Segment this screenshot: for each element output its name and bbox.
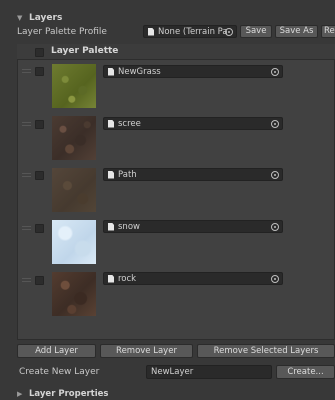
object-picker-icon[interactable] — [271, 68, 279, 76]
layer-asset-field[interactable]: Path — [103, 168, 283, 181]
save-button[interactable]: Save — [240, 25, 272, 38]
drag-handle-icon[interactable] — [22, 69, 31, 73]
layer-checkbox[interactable] — [35, 67, 44, 76]
layer-name: snow — [118, 221, 140, 232]
asset-document-icon — [108, 170, 114, 179]
layer-name: Path — [118, 169, 137, 180]
save-as-button[interactable]: Save As — [275, 25, 318, 38]
layers-section-title: Layers — [29, 12, 63, 23]
grass-texture-thumbnail — [52, 64, 96, 108]
layer-asset-field[interactable]: NewGrass — [103, 65, 283, 78]
new-layer-name-input[interactable]: NewLayer — [146, 365, 272, 379]
asset-document-icon — [108, 222, 114, 231]
layer-name: NewGrass — [118, 66, 161, 77]
palette-profile-label: Layer Palette Profile — [17, 27, 107, 37]
layer-checkbox[interactable] — [35, 171, 44, 180]
layer-checkbox[interactable] — [35, 120, 44, 129]
create-new-layer-label: Create New Layer — [19, 367, 100, 377]
layer-checkbox[interactable] — [35, 276, 44, 285]
asset-document-icon — [108, 67, 114, 76]
scree-texture-thumbnail — [52, 116, 96, 160]
drag-handle-icon[interactable] — [22, 122, 31, 126]
drag-handle-icon[interactable] — [22, 226, 31, 230]
object-picker-icon[interactable] — [271, 275, 279, 283]
object-picker-icon[interactable] — [271, 120, 279, 128]
snow-texture-thumbnail — [52, 220, 96, 264]
path-texture-thumbnail — [52, 168, 96, 212]
remove-selected-layers-button[interactable]: Remove Selected Layers — [197, 344, 335, 358]
layer-asset-field[interactable]: scree — [103, 117, 283, 130]
object-picker-icon[interactable] — [271, 223, 279, 231]
layer-properties-foldout[interactable]: ▶ Layer Properties — [17, 389, 108, 399]
layer-name: rock — [118, 273, 137, 284]
foldout-expanded-icon[interactable]: ▼ — [17, 14, 24, 22]
rock-texture-thumbnail — [52, 272, 96, 316]
create-button[interactable]: Create... — [276, 365, 335, 379]
layer-asset-field[interactable]: rock — [103, 272, 283, 285]
layer-palette-title: Layer Palette — [51, 46, 119, 56]
layer-asset-field[interactable]: snow — [103, 220, 283, 233]
layer-name: scree — [118, 118, 141, 129]
layers-foldout[interactable]: ▼ Layers — [0, 11, 335, 24]
select-all-checkbox[interactable] — [35, 48, 44, 57]
asset-document-icon — [108, 274, 114, 283]
layer-checkbox[interactable] — [35, 224, 44, 233]
object-picker-icon[interactable] — [271, 171, 279, 179]
palette-profile-value: None (Terrain Pa — [158, 26, 228, 37]
drag-handle-icon[interactable] — [22, 173, 31, 177]
remove-layer-button[interactable]: Remove Layer — [100, 344, 193, 358]
reset-button[interactable]: Re — [321, 25, 335, 38]
asset-document-icon — [108, 119, 114, 128]
drag-handle-icon[interactable] — [22, 278, 31, 282]
foldout-collapsed-icon[interactable]: ▶ — [17, 390, 24, 398]
asset-document-icon — [148, 27, 154, 36]
layer-properties-title: Layer Properties — [29, 389, 109, 399]
add-layer-button[interactable]: Add Layer — [17, 344, 96, 358]
palette-profile-field[interactable]: None (Terrain Pa — [143, 25, 237, 38]
object-picker-icon[interactable] — [225, 28, 233, 36]
